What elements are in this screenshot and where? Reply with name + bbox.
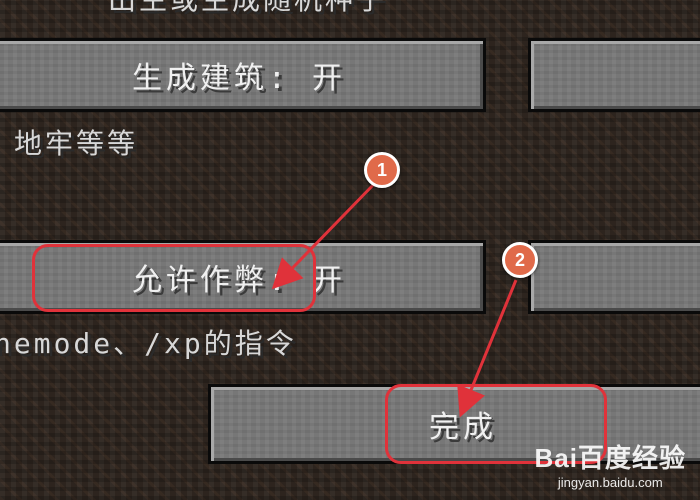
marker-2: 2 xyxy=(502,242,538,278)
arrow-2 xyxy=(457,279,518,418)
watermark-url: jingyan.baidu.com xyxy=(557,475,663,490)
marker-1: 1 xyxy=(364,152,400,188)
watermark-brand: Bai百度经验 xyxy=(534,443,686,473)
arrow-1 xyxy=(271,180,378,290)
baidu-jingyan-watermark: Bai百度经验 jingyan.baidu.com xyxy=(535,438,686,490)
annotation-arrows xyxy=(271,180,518,418)
